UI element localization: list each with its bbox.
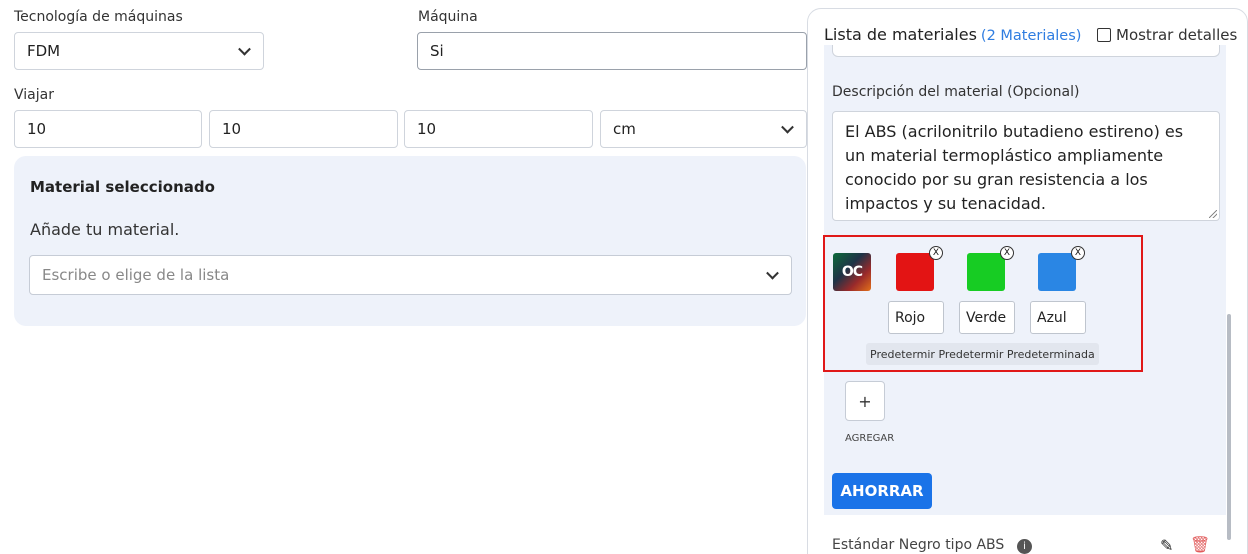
machine-label: Máquina — [418, 9, 478, 25]
previous-field-edge — [832, 45, 1220, 57]
machine-tech-select[interactable]: FDM — [14, 32, 264, 70]
show-details-label[interactable]: Mostrar detalles — [1116, 26, 1237, 44]
materials-panel: Lista de materiales (2 Materiales) Mostra… — [807, 8, 1248, 554]
color-options-box: OC X X X Rojo Verde Azul Predetermir Pre… — [823, 235, 1143, 372]
color-name-value: Rojo — [895, 309, 926, 326]
material-add-text: Añade tu material. — [30, 220, 180, 239]
save-button[interactable]: AHORRAR — [832, 473, 932, 509]
unit-value: cm — [613, 120, 636, 138]
remove-glyph: X — [1074, 248, 1082, 258]
edit-pencil-icon[interactable]: ✎ — [1160, 536, 1173, 554]
travel-label: Viajar — [14, 87, 54, 103]
travel-y-value: 10 — [222, 120, 242, 138]
resize-handle-icon[interactable] — [1209, 210, 1217, 218]
brand-logo-text: OC — [841, 264, 863, 280]
color-swatch-red[interactable] — [896, 253, 934, 291]
description-text: El ABS (acrilonitrilo butadieno estireno… — [845, 122, 1184, 213]
plus-icon: + — [858, 391, 872, 411]
unit-select[interactable]: cm — [600, 110, 807, 148]
materials-count: (2 Materiales) — [980, 28, 1082, 44]
remove-color-green-icon[interactable]: X — [1000, 246, 1014, 260]
material-select-placeholder: Escribe o elige de la lista — [42, 266, 230, 284]
add-color-label: AGREGAR — [845, 433, 895, 444]
chevron-down-icon — [238, 42, 251, 56]
material-search-select[interactable]: Escribe o elige de la lista — [29, 255, 792, 295]
machine-input[interactable]: Si — [417, 32, 807, 70]
default-badges: Predetermir Predetermir Predeterminada — [866, 343, 1099, 365]
travel-z-input[interactable]: 10 — [404, 110, 593, 148]
travel-x-value: 10 — [27, 120, 47, 138]
travel-z-value: 10 — [417, 120, 437, 138]
machine-tech-value: FDM — [27, 42, 61, 60]
color-name-input-green[interactable]: Verde — [959, 301, 1015, 334]
description-textarea[interactable]: El ABS (acrilonitrilo butadieno estireno… — [832, 111, 1220, 221]
color-swatch-blue[interactable] — [1038, 253, 1076, 291]
material-card: Material seleccionado Añade tu material.… — [14, 156, 806, 326]
material-card-title: Material seleccionado — [30, 178, 215, 196]
color-name-input-blue[interactable]: Azul — [1030, 301, 1086, 334]
chevron-down-icon — [781, 120, 794, 134]
info-glyph: i — [1023, 541, 1026, 552]
panel-scrollbar[interactable] — [1227, 314, 1231, 540]
description-label: Descripción del material (Opcional) — [832, 84, 1080, 100]
panel-header: Lista de materiales (2 Materiales) — [824, 25, 1081, 44]
add-color-button[interactable]: + — [845, 381, 885, 421]
panel-title: Lista de materiales — [824, 25, 977, 44]
show-details-checkbox[interactable] — [1097, 28, 1111, 42]
chevron-down-icon — [766, 266, 779, 280]
brand-logo-icon: OC — [833, 253, 871, 291]
travel-x-input[interactable]: 10 — [14, 110, 202, 148]
info-icon[interactable]: i — [1017, 539, 1032, 554]
delete-trash-icon[interactable]: 🗑 — [1190, 535, 1210, 554]
color-name-value: Azul — [1037, 309, 1067, 326]
travel-y-input[interactable]: 10 — [209, 110, 398, 148]
machine-value: Si — [430, 42, 444, 60]
color-name-value: Verde — [966, 309, 1007, 326]
remove-glyph: X — [932, 248, 940, 258]
remove-color-red-icon[interactable]: X — [929, 246, 943, 260]
material-list-item-name: Estándar Negro tipo ABS — [832, 537, 1005, 553]
machine-tech-label: Tecnología de máquinas — [14, 9, 183, 25]
remove-color-blue-icon[interactable]: X — [1071, 246, 1085, 260]
color-name-input-red[interactable]: Rojo — [888, 301, 944, 334]
color-swatch-green[interactable] — [967, 253, 1005, 291]
remove-glyph: X — [1003, 248, 1011, 258]
